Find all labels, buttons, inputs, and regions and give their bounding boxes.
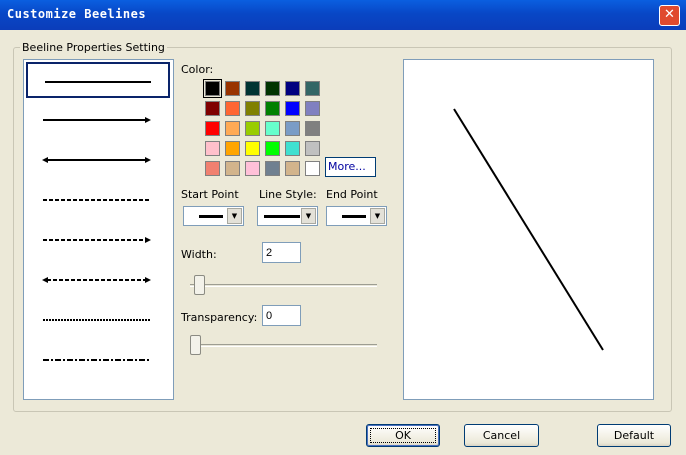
window-title: Customize Beelines xyxy=(7,7,147,21)
line-style-solid[interactable] xyxy=(26,62,170,98)
line-style-dashed-arrow-end[interactable] xyxy=(26,222,170,258)
cancel-button[interactable]: Cancel xyxy=(464,424,539,447)
start-point-preview xyxy=(199,215,223,218)
line-style-dropdown[interactable]: ▼ xyxy=(257,206,318,226)
color-swatch[interactable] xyxy=(305,121,320,136)
color-swatch[interactable] xyxy=(305,101,320,116)
more-colors-button[interactable]: More... xyxy=(325,157,376,177)
color-swatch[interactable] xyxy=(205,141,220,156)
end-point-dropdown[interactable]: ▼ xyxy=(326,206,387,226)
color-swatch[interactable] xyxy=(205,161,220,176)
line-style-dashed-arrow-both[interactable] xyxy=(26,262,170,298)
color-palette xyxy=(203,79,325,181)
color-swatch[interactable] xyxy=(265,101,280,116)
line-style-arrow-both[interactable] xyxy=(26,142,170,178)
width-slider-track[interactable] xyxy=(190,284,377,287)
color-swatch[interactable] xyxy=(305,161,320,176)
color-swatch[interactable] xyxy=(225,121,240,136)
color-swatch[interactable] xyxy=(285,121,300,136)
color-swatch[interactable] xyxy=(285,101,300,116)
line-preview-canvas xyxy=(403,59,654,400)
color-swatch[interactable] xyxy=(225,81,240,96)
color-swatch[interactable] xyxy=(225,161,240,176)
groupbox-legend: Beeline Properties Setting xyxy=(20,41,167,54)
color-swatch[interactable] xyxy=(225,141,240,156)
ok-button[interactable]: OK xyxy=(366,424,440,447)
start-point-dropdown[interactable]: ▼ xyxy=(183,206,244,226)
color-swatch[interactable] xyxy=(225,101,240,116)
close-button[interactable]: ✕ xyxy=(659,5,680,26)
color-swatch[interactable] xyxy=(265,141,280,156)
default-button-label: Default xyxy=(613,429,655,442)
color-swatch[interactable] xyxy=(285,81,300,96)
color-swatch[interactable] xyxy=(305,141,320,156)
color-swatch[interactable] xyxy=(265,81,280,96)
transparency-slider-thumb[interactable] xyxy=(190,335,201,355)
width-slider-thumb[interactable] xyxy=(194,275,205,295)
color-swatch[interactable] xyxy=(305,81,320,96)
line-style-preview xyxy=(264,215,300,218)
line-style-list[interactable] xyxy=(23,59,174,400)
color-swatch[interactable] xyxy=(245,81,260,96)
ok-button-label: OK xyxy=(395,429,411,442)
color-swatch[interactable] xyxy=(245,141,260,156)
color-swatch[interactable] xyxy=(265,121,280,136)
default-button[interactable]: Default xyxy=(597,424,671,447)
start-point-label: Start Point xyxy=(181,188,239,201)
preview-line xyxy=(453,108,604,351)
color-swatch[interactable] xyxy=(245,101,260,116)
color-swatch[interactable] xyxy=(205,101,220,116)
chevron-down-icon[interactable]: ▼ xyxy=(227,208,242,224)
color-label: Color: xyxy=(181,63,214,76)
chevron-down-icon[interactable]: ▼ xyxy=(370,208,385,224)
color-swatch[interactable] xyxy=(285,161,300,176)
width-label: Width: xyxy=(181,248,217,261)
color-swatch[interactable] xyxy=(245,161,260,176)
line-style-dash-dot[interactable] xyxy=(26,342,170,378)
end-point-label: End Point xyxy=(326,188,378,201)
transparency-input[interactable] xyxy=(262,305,301,326)
end-point-preview xyxy=(342,215,366,218)
color-swatch[interactable] xyxy=(265,161,280,176)
line-style-dashed[interactable] xyxy=(26,182,170,218)
color-swatch[interactable] xyxy=(245,121,260,136)
transparency-slider-track[interactable] xyxy=(190,344,377,347)
color-swatch[interactable] xyxy=(203,79,222,98)
line-style-label: Line Style: xyxy=(259,188,317,201)
color-swatch[interactable] xyxy=(285,141,300,156)
line-style-arrow-end[interactable] xyxy=(26,102,170,138)
cancel-button-label: Cancel xyxy=(482,429,521,442)
transparency-label: Transparency: xyxy=(181,311,258,324)
line-style-dotted[interactable] xyxy=(26,302,170,338)
chevron-down-icon[interactable]: ▼ xyxy=(301,208,316,224)
width-input[interactable] xyxy=(262,242,301,263)
color-swatch[interactable] xyxy=(205,121,220,136)
